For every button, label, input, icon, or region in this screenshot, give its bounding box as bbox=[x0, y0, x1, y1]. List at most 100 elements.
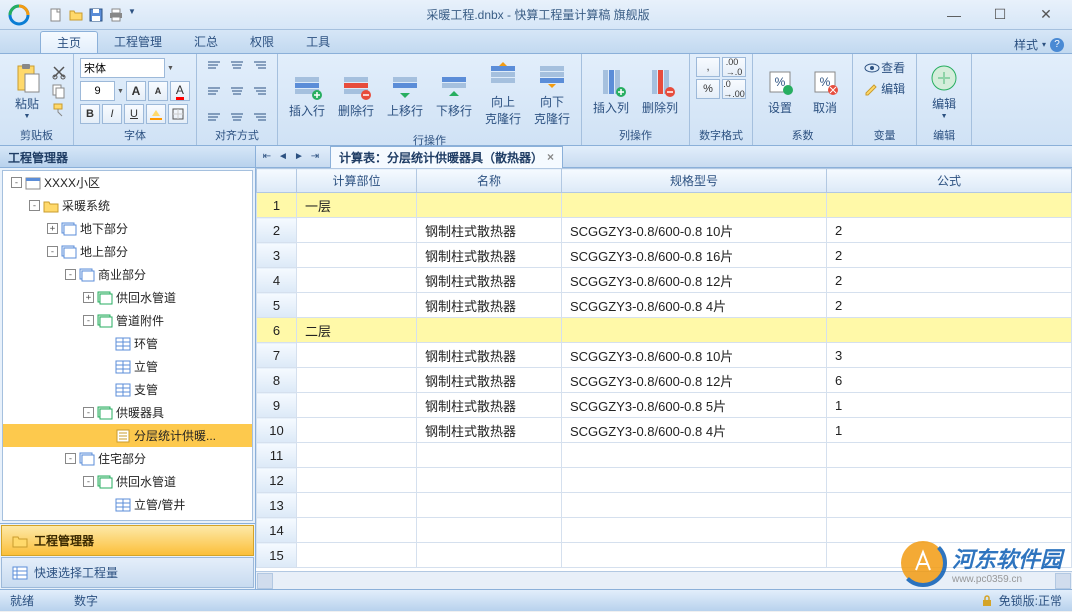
grid-cell[interactable] bbox=[562, 193, 827, 218]
clone-down-button[interactable]: 向下 克隆行 bbox=[529, 57, 575, 130]
tree-toggle-icon[interactable]: + bbox=[83, 292, 94, 303]
tree-node-8[interactable]: 立管 bbox=[3, 355, 252, 378]
grid-cell[interactable]: SCGGZY3-0.8/600-0.8 4片 bbox=[562, 293, 827, 318]
grid-cell[interactable] bbox=[417, 193, 562, 218]
grid-cell[interactable]: SCGGZY3-0.8/600-0.8 5片 bbox=[562, 393, 827, 418]
grid-cell[interactable]: 一层 bbox=[297, 193, 417, 218]
insert-row-button[interactable]: 插入行 bbox=[284, 66, 330, 122]
tree-node-2[interactable]: +地下部分 bbox=[3, 217, 252, 240]
grid-cell[interactable]: 3 bbox=[827, 343, 1072, 368]
tree-node-13[interactable]: -供回水管道 bbox=[3, 470, 252, 493]
tree-node-7[interactable]: 环管 bbox=[3, 332, 252, 355]
new-icon[interactable] bbox=[48, 7, 64, 23]
sheet-nav-next[interactable]: ► bbox=[292, 150, 306, 164]
grid-corner[interactable] bbox=[257, 169, 297, 193]
column-header-0[interactable]: 计算部位 bbox=[297, 169, 417, 193]
decimal-inc-button[interactable]: .00→.0 bbox=[722, 57, 746, 77]
row-number[interactable]: 7 bbox=[257, 343, 297, 368]
align-top-right[interactable] bbox=[249, 57, 271, 79]
tree-toggle-icon[interactable]: - bbox=[47, 246, 58, 257]
percent-button[interactable]: % bbox=[696, 79, 720, 99]
maximize-button[interactable]: ☐ bbox=[986, 5, 1014, 25]
horizontal-scrollbar[interactable] bbox=[256, 571, 1072, 589]
font-name-select[interactable] bbox=[80, 58, 165, 78]
grid-cell[interactable]: 钢制柱式散热器 bbox=[417, 368, 562, 393]
table-row[interactable]: 8钢制柱式散热器SCGGZY3-0.8/600-0.8 12片6 bbox=[257, 368, 1072, 393]
tab-home[interactable]: 主页 bbox=[40, 31, 98, 53]
grid-cell[interactable]: 2 bbox=[827, 293, 1072, 318]
grid-cell[interactable] bbox=[297, 243, 417, 268]
align-mid-center[interactable] bbox=[226, 80, 248, 102]
grid-cell[interactable] bbox=[562, 493, 827, 518]
column-header-2[interactable]: 规格型号 bbox=[562, 169, 827, 193]
quick-select-button[interactable]: 快速选择工程量 bbox=[1, 557, 254, 588]
qat-dropdown-icon[interactable]: ▼ bbox=[128, 7, 136, 23]
grid-cell[interactable] bbox=[417, 543, 562, 568]
grid-cell[interactable]: SCGGZY3-0.8/600-0.8 4片 bbox=[562, 418, 827, 443]
help-icon[interactable]: ? bbox=[1050, 38, 1064, 52]
font-color-button[interactable]: A bbox=[170, 81, 190, 101]
tree-node-9[interactable]: 支管 bbox=[3, 378, 252, 401]
row-number[interactable]: 8 bbox=[257, 368, 297, 393]
delete-col-button[interactable]: 删除列 bbox=[637, 63, 683, 119]
row-number[interactable]: 4 bbox=[257, 268, 297, 293]
row-number[interactable]: 3 bbox=[257, 243, 297, 268]
row-number[interactable]: 5 bbox=[257, 293, 297, 318]
table-row[interactable]: 11 bbox=[257, 443, 1072, 468]
row-number[interactable]: 2 bbox=[257, 218, 297, 243]
table-row[interactable]: 4钢制柱式散热器SCGGZY3-0.8/600-0.8 12片2 bbox=[257, 268, 1072, 293]
tree-node-6[interactable]: -管道附件 bbox=[3, 309, 252, 332]
grid-cell[interactable] bbox=[297, 418, 417, 443]
project-manager-button[interactable]: 工程管理器 bbox=[1, 525, 254, 556]
decrease-font-button[interactable]: A bbox=[148, 81, 168, 101]
tab-project-mgmt[interactable]: 工程管理 bbox=[98, 31, 178, 53]
align-top-left[interactable] bbox=[203, 57, 225, 79]
grid-cell[interactable]: 钢制柱式散热器 bbox=[417, 218, 562, 243]
increase-font-button[interactable]: A bbox=[126, 81, 146, 101]
grid-cell[interactable]: 钢制柱式散热器 bbox=[417, 418, 562, 443]
tree-node-4[interactable]: -商业部分 bbox=[3, 263, 252, 286]
grid-cell[interactable]: 钢制柱式散热器 bbox=[417, 393, 562, 418]
table-row[interactable]: 13 bbox=[257, 493, 1072, 518]
grid-cell[interactable] bbox=[827, 193, 1072, 218]
grid-cell[interactable] bbox=[297, 368, 417, 393]
table-row[interactable]: 9钢制柱式散热器SCGGZY3-0.8/600-0.8 5片1 bbox=[257, 393, 1072, 418]
table-row[interactable]: 3钢制柱式散热器SCGGZY3-0.8/600-0.8 16片2 bbox=[257, 243, 1072, 268]
grid-cell[interactable] bbox=[827, 493, 1072, 518]
grid-cell[interactable] bbox=[562, 518, 827, 543]
grid-cell[interactable] bbox=[417, 468, 562, 493]
var-view-button[interactable]: 查看 bbox=[859, 57, 910, 78]
tree-toggle-icon[interactable]: - bbox=[83, 407, 94, 418]
row-number[interactable]: 15 bbox=[257, 543, 297, 568]
decimal-dec-button[interactable]: .0→.00 bbox=[722, 79, 746, 99]
grid-cell[interactable]: 二层 bbox=[297, 318, 417, 343]
row-number[interactable]: 14 bbox=[257, 518, 297, 543]
table-row[interactable]: 6二层 bbox=[257, 318, 1072, 343]
tree-toggle-icon[interactable]: - bbox=[83, 315, 94, 326]
paste-button[interactable]: 粘贴 ▼ bbox=[6, 59, 48, 123]
tree-node-10[interactable]: -供暖器具 bbox=[3, 401, 252, 424]
tree-node-14[interactable]: 立管/管井 bbox=[3, 493, 252, 516]
grid-cell[interactable] bbox=[297, 543, 417, 568]
grid-cell[interactable]: SCGGZY3-0.8/600-0.8 12片 bbox=[562, 368, 827, 393]
close-button[interactable]: ✕ bbox=[1032, 5, 1060, 25]
coeff-cancel-button[interactable]: %取消 bbox=[804, 63, 846, 119]
grid-cell[interactable]: SCGGZY3-0.8/600-0.8 10片 bbox=[562, 343, 827, 368]
format-painter-icon[interactable] bbox=[51, 102, 67, 118]
print-icon[interactable] bbox=[108, 7, 124, 23]
grid-cell[interactable]: 2 bbox=[827, 268, 1072, 293]
tab-tools[interactable]: 工具 bbox=[290, 31, 346, 53]
tree-node-11[interactable]: 分层统计供暖... bbox=[3, 424, 252, 447]
row-number[interactable]: 13 bbox=[257, 493, 297, 518]
project-tree[interactable]: -XXXX小区-采暖系统+地下部分-地上部分-商业部分+供回水管道-管道附件环管… bbox=[2, 170, 253, 521]
open-icon[interactable] bbox=[68, 7, 84, 23]
grid-cell[interactable] bbox=[827, 318, 1072, 343]
bold-button[interactable]: B bbox=[80, 104, 100, 124]
italic-button[interactable]: I bbox=[102, 104, 122, 124]
cut-icon[interactable] bbox=[51, 64, 67, 80]
copy-icon[interactable] bbox=[51, 83, 67, 99]
grid-cell[interactable] bbox=[417, 493, 562, 518]
table-row[interactable]: 2钢制柱式散热器SCGGZY3-0.8/600-0.8 10片2 bbox=[257, 218, 1072, 243]
table-row[interactable]: 12 bbox=[257, 468, 1072, 493]
row-number[interactable]: 10 bbox=[257, 418, 297, 443]
